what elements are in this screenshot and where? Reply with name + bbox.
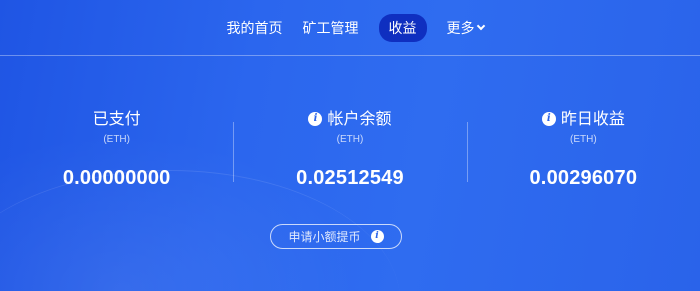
stat-yesterday-title: i 昨日收益 <box>467 108 700 130</box>
stat-paid-label: 已支付 <box>92 109 141 128</box>
stat-paid-title: 已支付 <box>0 108 233 130</box>
stat-balance-label: 帐户余额 <box>327 109 392 128</box>
earnings-page: 我的首页 矿工管理 收益 更多 已支付 (ETH) 0.00000000 i 帐… <box>0 0 700 291</box>
stat-yesterday-label: 昨日收益 <box>560 109 625 128</box>
stat-paid: 已支付 (ETH) 0.00000000 <box>0 108 233 218</box>
nav-home[interactable]: 我的首页 <box>227 18 283 38</box>
info-icon[interactable]: i <box>541 112 556 126</box>
nav-more[interactable]: 更多 <box>446 18 485 38</box>
info-icon[interactable]: i <box>370 230 384 243</box>
info-icon[interactable]: i <box>308 112 323 126</box>
stat-yesterday-unit: (ETH) <box>569 134 597 145</box>
nav-earnings[interactable]: 收益 <box>378 13 427 42</box>
stat-yesterday: i 昨日收益 (ETH) 0.00296070 <box>466 108 700 218</box>
stats-panel: 已支付 (ETH) 0.00000000 i 帐户余额 (ETH) 0.0251… <box>0 108 700 218</box>
nav-miner-management[interactable]: 矿工管理 <box>303 18 359 38</box>
small-withdraw-button[interactable]: 申请小额提币 i <box>270 224 402 249</box>
chevron-down-icon <box>476 21 485 30</box>
nav-more-label: 更多 <box>446 20 475 37</box>
stat-balance-unit: (ETH) <box>336 134 364 145</box>
small-withdraw-label: 申请小额提币 <box>288 230 361 244</box>
top-nav: 我的首页 矿工管理 收益 更多 <box>0 0 700 56</box>
stat-balance-value: 0.02512549 <box>296 167 404 189</box>
stat-paid-unit: (ETH) <box>103 134 130 145</box>
stat-paid-value: 0.00000000 <box>62 167 171 189</box>
stat-balance-title: i 帐户余额 <box>233 108 466 130</box>
stat-balance: i 帐户余额 (ETH) 0.02512549 <box>233 108 466 218</box>
stat-yesterday-value: 0.00296070 <box>529 167 638 189</box>
